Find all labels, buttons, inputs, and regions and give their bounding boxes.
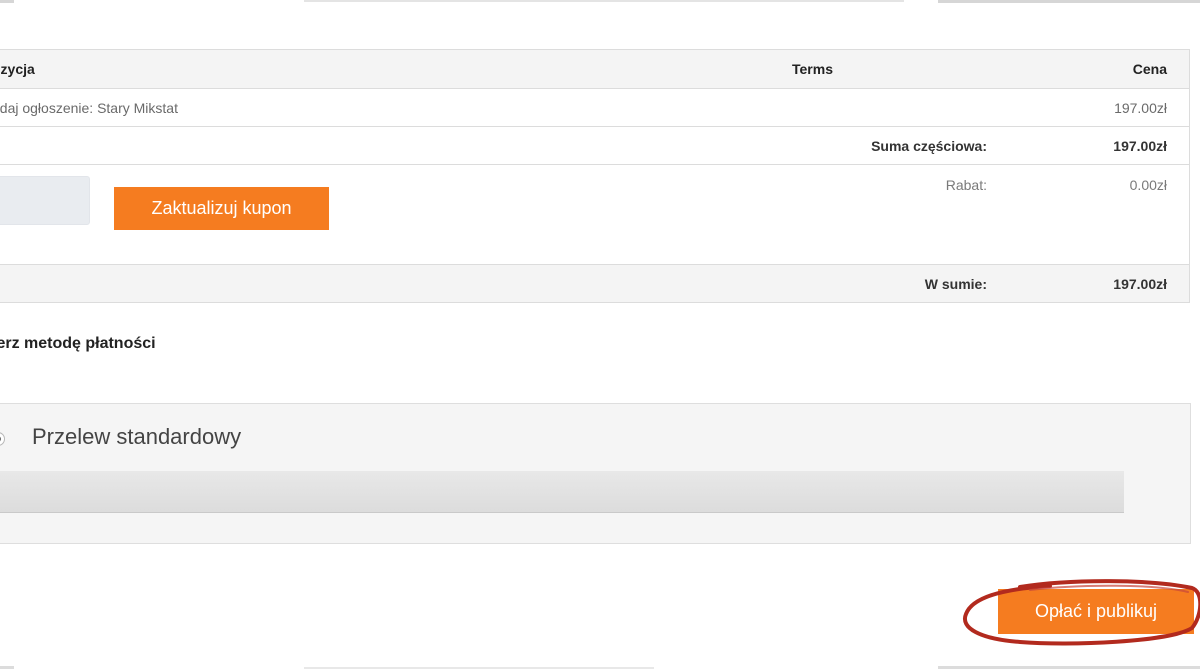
header-item: ozycja (0, 49, 782, 89)
table-header-row: ozycja Terms Cena (0, 49, 1190, 89)
total-spacer (0, 264, 782, 303)
payment-method-description (0, 471, 1124, 513)
item-price: 197.00zł (997, 88, 1190, 127)
payment-radio-button[interactable] (0, 432, 5, 446)
total-value: 197.00zł (997, 264, 1190, 303)
coupon-row: Zaktualizuj kupon Rabat: 0.00zł (0, 164, 1190, 265)
subtotal-row: Suma częściowa: 197.00zł (0, 126, 1190, 165)
update-coupon-button[interactable]: Zaktualizuj kupon (114, 187, 329, 230)
order-summary-table: ozycja Terms Cena odaj ogłoszenie: Stary… (0, 49, 1190, 303)
item-terms (782, 88, 997, 127)
subtotal-value: 197.00zł (997, 126, 1190, 165)
total-label: W sumie: (782, 264, 997, 303)
payment-method-box: Przelew standardowy (0, 403, 1191, 544)
header-terms: Terms (782, 49, 997, 89)
subtotal-label: Suma częściowa: (782, 126, 997, 165)
coupon-input[interactable] (0, 176, 90, 225)
table-row: odaj ogłoszenie: Stary Mikstat 197.00zł (0, 88, 1190, 127)
payment-method-heading: ierz metodę płatności (0, 335, 156, 352)
checkout-page: ozycja Terms Cena odaj ogłoszenie: Stary… (0, 0, 1200, 669)
subtotal-spacer (0, 126, 782, 165)
top-divider-left (0, 0, 14, 3)
pay-and-publish-button[interactable]: Opłać i publikuj (998, 589, 1194, 634)
coupon-form: Zaktualizuj kupon (0, 165, 782, 252)
coupon-cell: Zaktualizuj kupon (0, 164, 782, 265)
discount-value: 0.00zł (997, 164, 1190, 265)
top-divider-right (938, 0, 1200, 3)
item-name: odaj ogłoszenie: Stary Mikstat (0, 88, 782, 127)
total-row: W sumie: 197.00zł (0, 264, 1190, 303)
payment-method-label[interactable]: Przelew standardowy (32, 424, 241, 450)
top-divider-middle (304, 0, 904, 2)
discount-label: Rabat: (782, 164, 997, 265)
header-price: Cena (997, 49, 1190, 89)
